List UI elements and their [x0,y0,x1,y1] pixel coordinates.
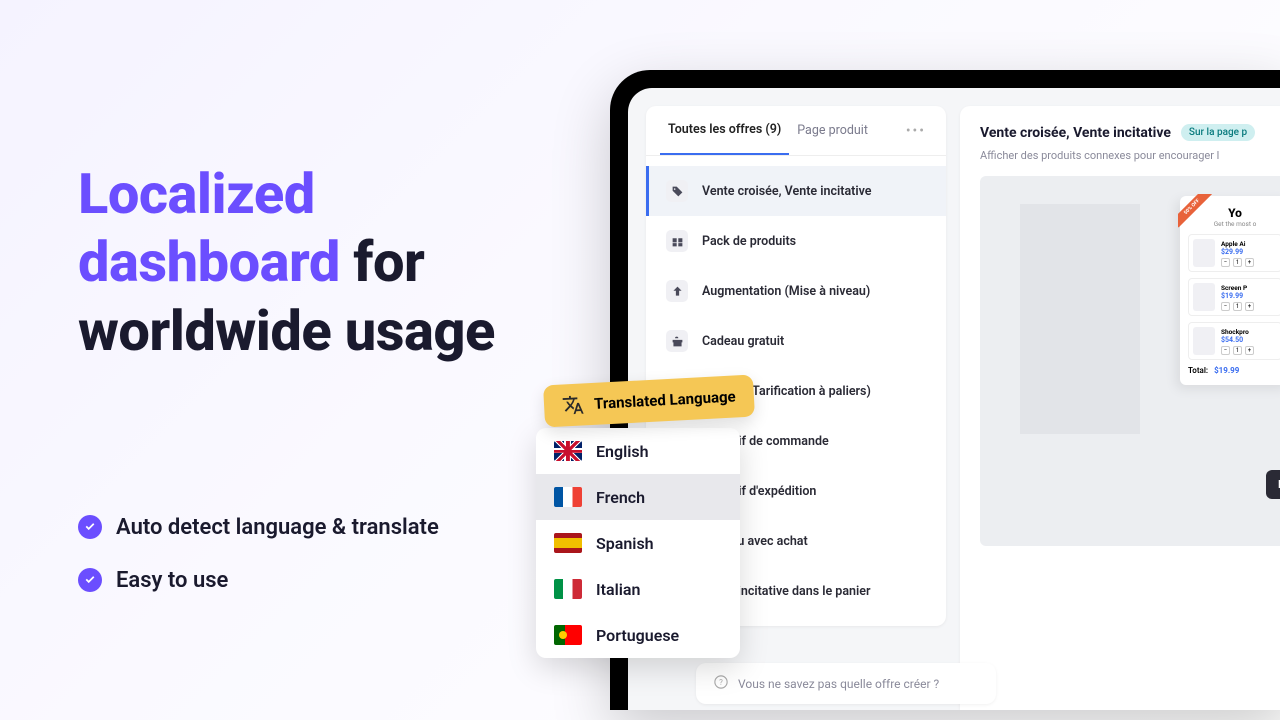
lang-option-italian[interactable]: Italian [536,566,740,612]
preview-area: Yo Get the most o Apple Ai $29.99 −1+ [980,176,1280,546]
detail-title: Vente croisée, Vente incitative [980,125,1171,141]
lang-pill-text: Translated Language [594,387,736,412]
bullet-text: Easy to use [116,568,228,593]
product-name: Screen P [1221,284,1277,292]
discount-ribbon [1178,194,1212,228]
mock-product-row: Apple Ai $29.99 −1+ [1188,234,1280,272]
detail-header: Vente croisée, Vente incitative Sur la p… [980,124,1280,141]
product-thumb [1193,239,1215,267]
offer-cross-sell[interactable]: Vente croisée, Vente incitative [646,166,946,216]
mock-product-row: Screen P $19.99 −1+ [1188,278,1280,316]
translate-icon [562,393,585,416]
headline-accent: Localized dashboard [78,161,340,295]
offer-upgrade[interactable]: Augmentation (Mise à niveau) [646,266,946,316]
location-badge: Sur la page p [1181,124,1255,141]
product-thumb [1193,283,1215,311]
bullet-item: Easy to use [78,568,518,593]
flag-fr-icon [554,487,582,507]
lang-label: Italian [596,580,640,599]
flag-en-icon [554,441,582,461]
bundle-icon [666,230,688,252]
total-label: Total: [1188,366,1208,375]
offer-label: Vente croisée, Vente incitative [702,184,872,199]
marketing-copy: Localized dashboard for worldwide usage … [78,160,518,621]
tab-product-page[interactable]: Page produit [789,107,876,154]
lang-option-english[interactable]: English [536,428,740,474]
lang-option-portuguese[interactable]: Portuguese [536,612,740,658]
svg-text:?: ? [719,678,723,687]
gift-icon [666,330,688,352]
detail-panel: Vente croisée, Vente incitative Sur la p… [960,106,1280,710]
tab-all-offers[interactable]: Toutes les offres (9) [660,106,789,155]
flag-it-icon [554,579,582,599]
lang-label: Portuguese [596,626,679,645]
total-value: $19.99 [1214,366,1239,375]
flag-es-icon [554,533,582,553]
bullet-text: Auto detect language & translate [116,515,439,540]
offer-free-gift[interactable]: Cadeau gratuit [646,316,946,366]
preview-placeholder [1020,204,1140,434]
mock-product-row: Shockpro $54.50 −1+ [1188,322,1280,360]
lang-label: English [596,442,649,461]
product-name: Shockpro [1221,328,1277,336]
lang-option-spanish[interactable]: Spanish [536,520,740,566]
bullet-item: Auto detect language & translate [78,515,518,540]
detail-subtitle: Afficher des produits connexes pour enco… [980,149,1280,162]
language-picker: English French Spanish Italian Portugues… [536,428,740,658]
flag-pt-icon [554,625,582,645]
product-price: $54.50 [1221,336,1277,344]
product-name: Apple Ai [1221,240,1277,248]
help-text: Vous ne savez pas quelle offre créer ? [738,677,939,691]
check-icon [78,515,102,539]
bullet-list: Auto detect language & translate Easy to… [78,515,518,593]
upgrade-icon [666,280,688,302]
offer-label: Pack de produits [702,234,796,249]
tabs: Toutes les offres (9) Page produit ••• [646,106,946,156]
offer-bundle[interactable]: Pack de produits [646,216,946,266]
lang-option-french[interactable]: French [536,474,740,520]
check-icon [78,568,102,592]
primary-action-button[interactable]: F [1266,470,1280,499]
product-price: $19.99 [1221,292,1277,300]
offer-label: Augmentation (Mise à niveau) [702,284,870,299]
product-thumb [1193,327,1215,355]
help-bar[interactable]: ? Vous ne savez pas quelle offre créer ? [696,663,996,704]
lang-label: Spanish [596,534,654,553]
tag-icon [666,180,688,202]
headline: Localized dashboard for worldwide usage [78,160,518,365]
product-price: $29.99 [1221,248,1277,256]
help-icon: ? [714,675,728,692]
upsell-widget-mock: Yo Get the most o Apple Ai $29.99 −1+ [1180,196,1280,385]
lang-label: French [596,488,645,507]
offer-label: Cadeau gratuit [702,334,784,349]
tab-more-icon[interactable]: ••• [900,107,932,155]
